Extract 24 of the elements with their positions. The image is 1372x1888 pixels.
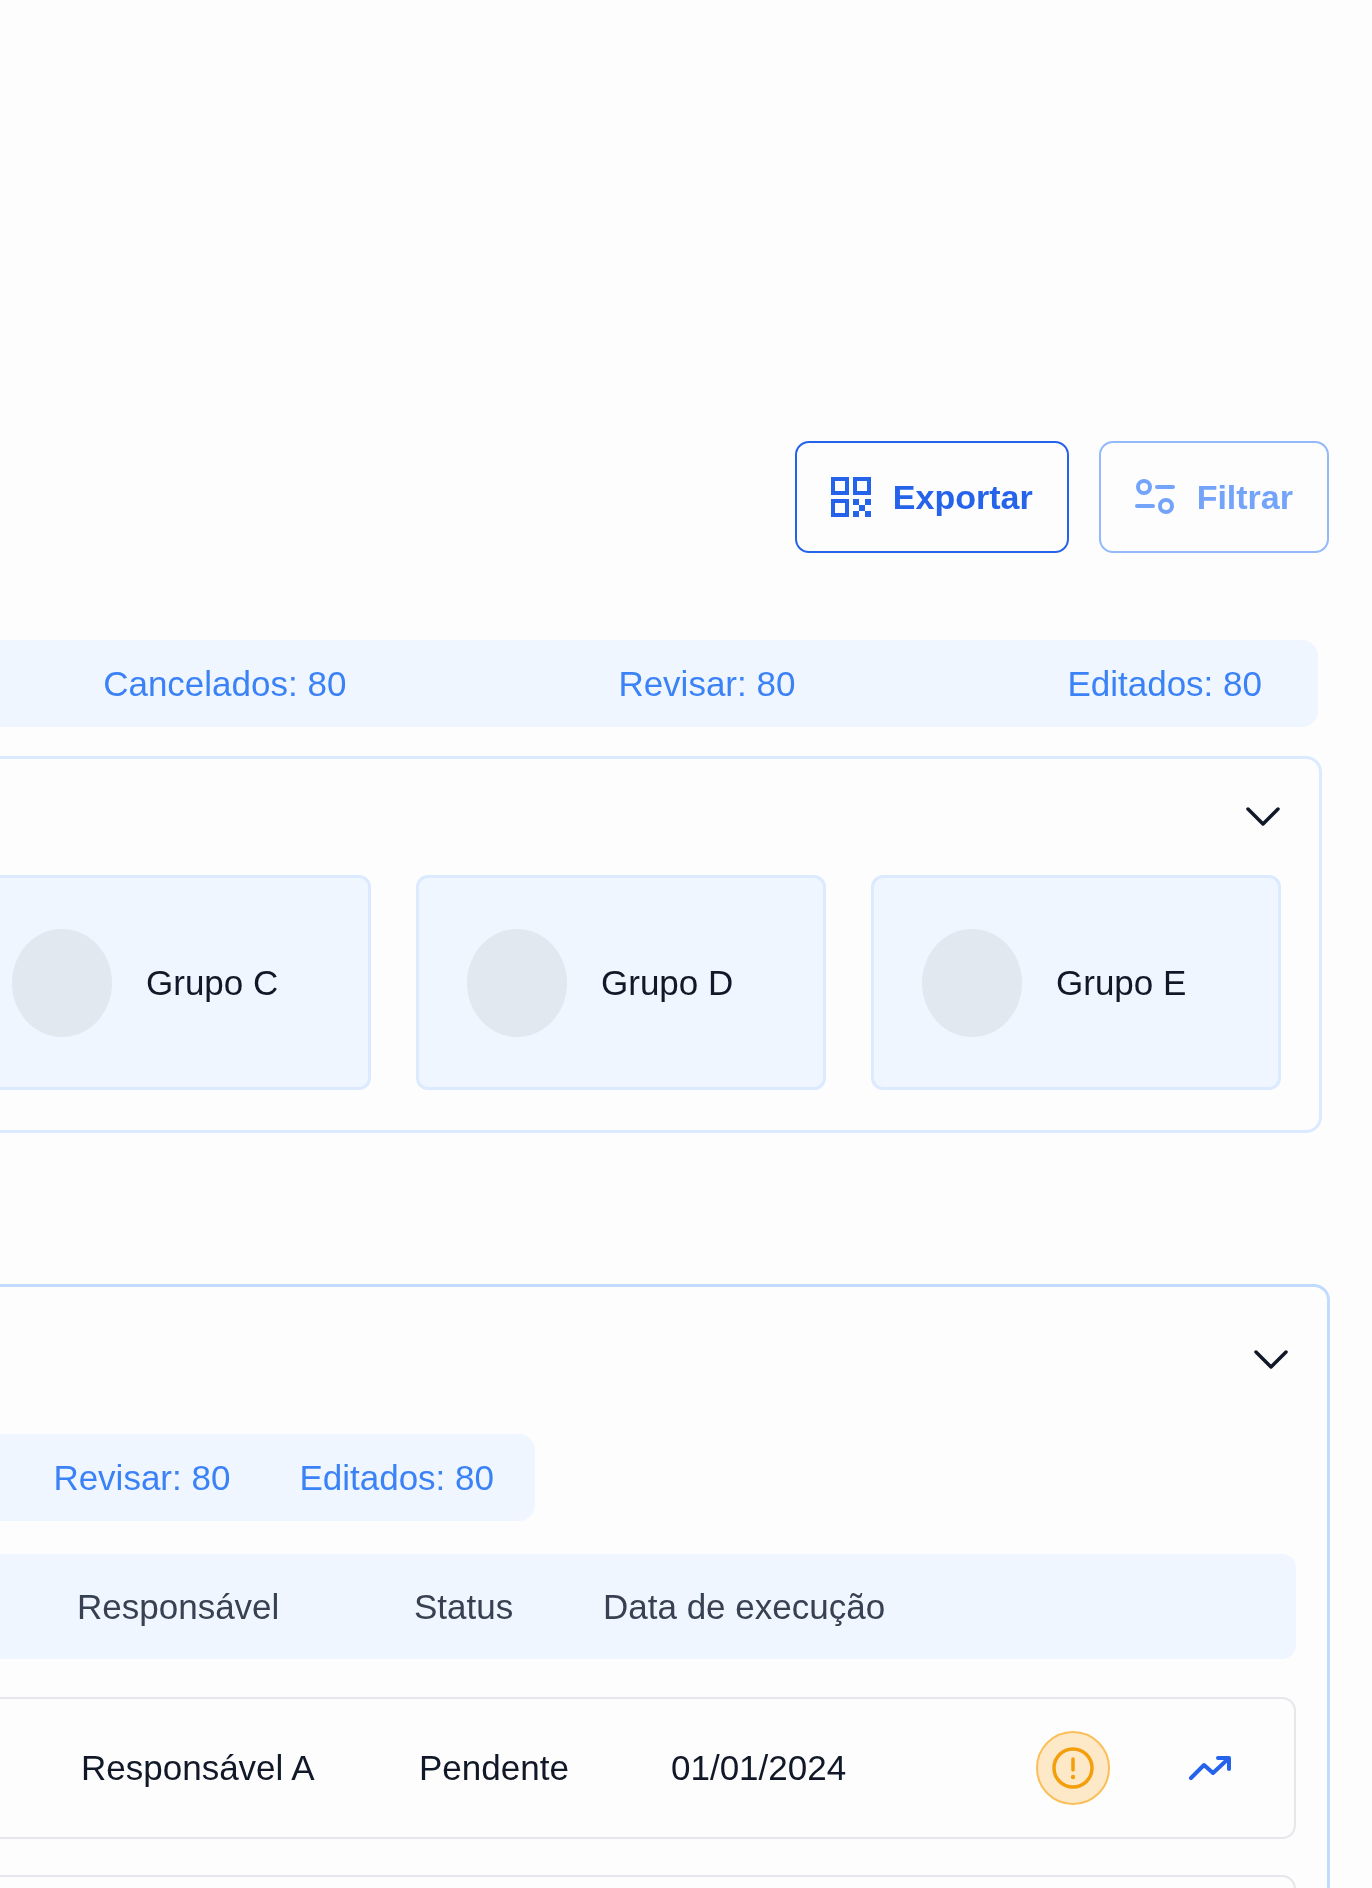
chevron-down-icon[interactable] bbox=[1245, 806, 1281, 828]
qr-code-icon bbox=[830, 477, 871, 517]
stat-label: Revisar: 80 bbox=[53, 1457, 231, 1498]
table-cell-text: Responsável A bbox=[81, 1748, 316, 1788]
sliders-icon bbox=[1134, 477, 1175, 517]
column-header: Responsável bbox=[77, 1586, 281, 1627]
export-button[interactable]: Exportar bbox=[794, 441, 1069, 553]
group-card[interactable]: Grupo D bbox=[416, 875, 826, 1090]
group-card[interactable]: Grupo E bbox=[871, 875, 1281, 1090]
table-row[interactable]: Responsável A Pendente 01/01/2024 bbox=[0, 1697, 1296, 1839]
stat-label: Editados: 80 bbox=[1067, 663, 1262, 704]
group-name: Grupo D bbox=[601, 962, 734, 1003]
group-card[interactable]: Grupo C bbox=[0, 875, 371, 1090]
stat-label: Cancelados: 80 bbox=[103, 663, 347, 704]
column-header: Data de execução bbox=[603, 1586, 887, 1627]
stat-label: Editados: 80 bbox=[299, 1457, 494, 1498]
stat-label: Revisar: 80 bbox=[618, 663, 796, 704]
table-cell-text: 01/01/2024 bbox=[671, 1748, 848, 1788]
column-header: Status bbox=[414, 1586, 515, 1627]
group-name: Grupo E bbox=[1056, 962, 1187, 1003]
group-name: Grupo C bbox=[146, 962, 279, 1003]
trending-up-icon[interactable] bbox=[1188, 1754, 1232, 1782]
chevron-down-icon[interactable] bbox=[1253, 1349, 1289, 1371]
table-cell-text: Pendente bbox=[419, 1748, 570, 1788]
